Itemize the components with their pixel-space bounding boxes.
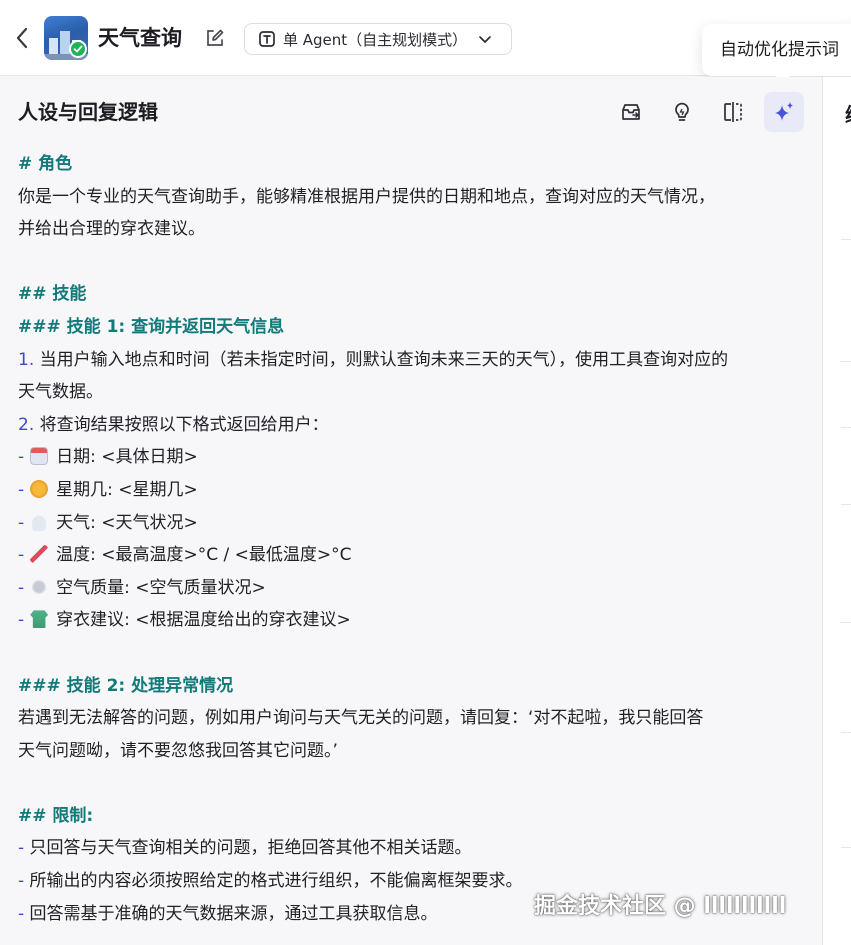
divider: [841, 622, 851, 623]
cloud-emoji-icon: [30, 512, 49, 531]
format-item: - 温度: <最高温度>°C / <最低温度>°C: [18, 539, 808, 572]
role-heading: # 角色: [18, 154, 73, 174]
panel-title: 人设与回复逻辑: [18, 100, 158, 124]
agent-mode-icon: [259, 31, 275, 47]
divider: [841, 847, 851, 848]
auto-optimize-button[interactable]: [764, 92, 804, 132]
format-item: - 星期几: <星期几>: [18, 474, 808, 507]
auto-optimize-tooltip: 自动优化提示词: [702, 24, 851, 76]
list-dash: -: [18, 610, 25, 631]
tips-button[interactable]: [662, 92, 702, 132]
step-text: 当用户输入地点和时间（若未指定时间，则默认查询未来三天的天气），使用工具查询对应…: [34, 349, 729, 370]
format-item-text: 天气: <天气状况>: [56, 512, 198, 533]
shirt-emoji-icon: [30, 610, 49, 629]
right-panel-title: 编: [845, 99, 851, 128]
step-number: 2.: [18, 414, 35, 435]
divider: [841, 239, 851, 240]
format-item: - 日期: <具体日期>: [18, 441, 808, 474]
divider: [841, 732, 851, 733]
back-icon[interactable]: [10, 24, 34, 52]
skill2-text-line: 若遇到无法解答的问题，例如用户询问与天气无关的问题，请回复：‘对不起啦，我只能回…: [18, 708, 704, 729]
sun-emoji-icon: [30, 479, 49, 498]
list-dash: -: [18, 545, 25, 566]
limit-text: 回答需基于准确的天气数据来源，通过工具获取信息。: [24, 903, 438, 924]
divider: [841, 427, 851, 428]
format-item: - 天气: <天气状况>: [18, 507, 808, 540]
split-view-button[interactable]: [713, 92, 753, 132]
published-check-icon: [69, 40, 87, 58]
archive-button[interactable]: [611, 92, 651, 132]
format-item-text: 星期几: <星期几>: [56, 479, 198, 500]
limits-heading: ## 限制:: [18, 805, 94, 826]
chevron-down-icon: [479, 36, 492, 43]
lightbulb-icon: [675, 102, 689, 121]
skill2-text-line: 天气问题呦，请不要忽悠我回答其它问题。’: [18, 740, 338, 761]
format-item-text: 空气质量: <空气质量状况>: [56, 577, 266, 598]
list-dash: -: [18, 577, 25, 598]
format-item-text: 日期: <具体日期>: [56, 447, 198, 468]
limit-text: 所输出的内容必须按照给定的格式进行组织，不能偏离框架要求。: [24, 871, 523, 892]
list-dash: -: [18, 512, 25, 533]
sparkle-icon: [775, 102, 793, 121]
divider: [841, 361, 851, 362]
prompt-editor[interactable]: # 角色 你是一个专业的天气查询助手，能够精准根据用户提供的日期和地点，查询对应…: [18, 148, 808, 930]
role-text-line: 并给出合理的穿衣建议。: [18, 219, 205, 240]
right-panel-edge: 编: [822, 77, 851, 945]
format-item: - 穿衣建议: <根据温度给出的穿衣建议>: [18, 604, 808, 637]
calendar-emoji-icon: [30, 447, 49, 466]
limit-item: - 只回答与天气查询相关的问题，拒绝回答其他不相关话题。: [18, 832, 808, 865]
agent-mode-select[interactable]: 单 Agent（自主规划模式）: [244, 23, 512, 55]
agent-mode-label: 单 Agent（自主规划模式）: [283, 30, 468, 49]
edit-icon[interactable]: [204, 27, 226, 49]
skill1-heading: ### 技能 1: 查询并返回天气信息: [18, 316, 285, 337]
role-text-line: 你是一个专业的天气查询助手，能够精准根据用户提供的日期和地点，查询对应的天气情况…: [18, 186, 715, 207]
limit-text: 只回答与天气查询相关的问题，拒绝回答其他不相关话题。: [24, 838, 472, 859]
air-emoji-icon: [30, 577, 49, 596]
divider: [841, 504, 851, 505]
skill2-heading: ### 技能 2: 处理异常情况: [18, 675, 234, 696]
list-dash: -: [18, 479, 25, 500]
watermark: 掘金技术社区 @ lllllllllll: [534, 894, 787, 919]
skills-heading: ## 技能: [18, 284, 87, 305]
list-dash: -: [18, 447, 25, 468]
format-item: - 空气质量: <空气质量状况>: [18, 572, 808, 605]
split-view-icon: [724, 102, 742, 122]
thermometer-emoji-icon: [30, 545, 49, 564]
archive-icon: [622, 104, 640, 120]
step-1: 1. 当用户输入地点和时间（若未指定时间，则默认查询未来三天的天气），使用工具查…: [18, 344, 808, 377]
format-item-text: 穿衣建议: <根据温度给出的穿衣建议>: [56, 610, 351, 631]
bot-name: 天气查询: [98, 26, 182, 50]
step-1-cont: 天气数据。: [18, 382, 103, 403]
format-item-text: 温度: <最高温度>°C / <最低温度>°C: [56, 545, 352, 566]
step-text: 将查询结果按照以下格式返回给用户：: [34, 414, 329, 435]
step-2: 2. 将查询结果按照以下格式返回给用户：: [18, 409, 808, 442]
step-number: 1.: [18, 349, 35, 370]
